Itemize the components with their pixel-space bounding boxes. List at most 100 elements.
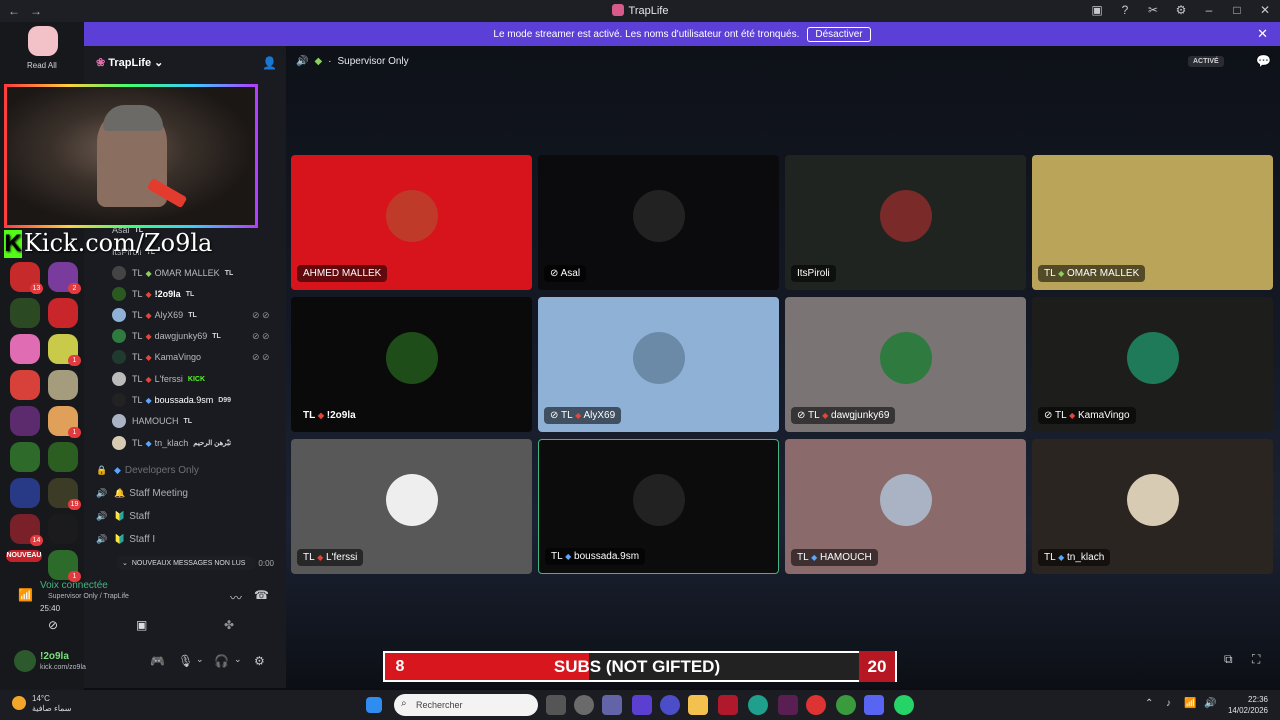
member-row[interactable]: TL ◆ dawgjunky69 TL ⊘ ⊘ [112, 328, 270, 344]
windows-start-icon[interactable] [366, 697, 382, 713]
disconnect-icon[interactable]: ☎ [254, 588, 269, 602]
member-tag: D99 [218, 396, 232, 404]
chat-bubble-icon[interactable]: 💬 [1256, 54, 1271, 68]
server-icon[interactable] [48, 514, 78, 544]
chrome-icon[interactable] [836, 695, 856, 715]
chevron-up-icon[interactable]: ⌃ [1145, 698, 1153, 709]
server-icon[interactable] [10, 370, 40, 400]
edge-icon[interactable] [748, 695, 768, 715]
participant-tile[interactable]: ⊘ TL ◆ AlyX69 [538, 297, 779, 432]
channel-developers-only[interactable]: 🔒 ◆ Developers Only [96, 462, 199, 478]
inbox-icon[interactable]: ▣ [1088, 3, 1106, 17]
weather-widget[interactable]: 14°C سماء صافية [12, 694, 72, 714]
help-icon[interactable]: ? [1116, 3, 1134, 17]
user-name[interactable]: !2o9la [40, 651, 69, 662]
discord-icon[interactable] [864, 695, 884, 715]
minimize-button[interactable]: – [1200, 3, 1218, 17]
disable-streamer-mode-button[interactable]: Désactiver [807, 26, 871, 42]
server-icon[interactable]: 2 [48, 262, 81, 294]
participant-tile-speaking[interactable]: TL ◆ boussada.9sm [538, 439, 779, 574]
member-row[interactable]: TL ◆ boussada.9sm D99 [112, 392, 231, 408]
server-icon[interactable]: 1 [48, 406, 81, 438]
channel-staff-meeting[interactable]: 🔊 🔔 Staff Meeting [96, 485, 188, 501]
participant-tile[interactable]: TL ◆ L'ferssi [291, 439, 532, 574]
server-icon[interactable] [48, 442, 78, 472]
chevron-down-icon[interactable]: ⌄ [234, 654, 242, 665]
forward-arrow-icon[interactable]: → [28, 4, 44, 18]
app-icon[interactable] [660, 695, 680, 715]
fullscreen-icon[interactable]: ⛶ [1252, 652, 1260, 667]
participant-tile[interactable]: TL ◆ tn_klach [1032, 439, 1273, 574]
voice-location[interactable]: Supervisor Only / TrapLife [48, 593, 129, 600]
tray-app-icon[interactable]: ♪ [1166, 698, 1171, 709]
settings-icon[interactable]: ⚙ [254, 654, 265, 668]
server-icon[interactable] [10, 406, 40, 436]
server-icon[interactable]: 1 [48, 334, 81, 366]
member-row[interactable]: TL ◆ !2o9la TL [112, 286, 194, 302]
server-icon[interactable]: 13 [10, 262, 43, 294]
voice-status[interactable]: Voix connectée [40, 580, 108, 591]
member-row[interactable]: TL ◆ AlyX69 TL ⊘ ⊘ [112, 307, 270, 323]
camera-off-icon[interactable]: ⊘ [48, 618, 58, 632]
whatsapp-icon[interactable] [894, 695, 914, 715]
new-servers-badge[interactable]: NOUVEAU [6, 550, 42, 562]
avatar[interactable] [14, 650, 36, 672]
app-icon[interactable] [806, 695, 826, 715]
participant-tile[interactable]: ⊘ Asal [538, 155, 779, 290]
participant-name: Asal [560, 268, 581, 279]
channel-staff-i[interactable]: 🔊 🔰 Staff I [96, 531, 155, 547]
settings-plug-icon[interactable]: ⚙ [1172, 3, 1190, 17]
participant-tile[interactable]: TL ◆ OMAR MALLEK [1032, 155, 1273, 290]
invite-members-icon[interactable]: 👤 [262, 56, 277, 70]
popout-icon[interactable]: ⧉ [1224, 652, 1233, 667]
clock[interactable]: 22:36 14/02/2026 [1228, 694, 1268, 716]
close-window-button[interactable]: ✕ [1256, 3, 1274, 17]
server-icon[interactable] [10, 478, 40, 508]
taskbar-search[interactable]: ⌕ Rechercher [394, 694, 538, 716]
server-icon[interactable]: 14 [10, 514, 43, 546]
task-view-icon[interactable] [546, 695, 566, 715]
participant-tile[interactable]: AHMED MALLEK [291, 155, 532, 290]
maximize-button[interactable]: □ [1228, 3, 1246, 17]
microphone-icon[interactable]: 🎙 [178, 654, 193, 668]
app-icon[interactable] [574, 695, 594, 715]
volume-icon[interactable]: 🔊 [1204, 698, 1216, 709]
read-all-label[interactable]: Read All [27, 61, 57, 70]
participant-tile[interactable]: ⊘ TL ◆ dawgjunky69 [785, 297, 1026, 432]
participant-tile[interactable]: TL ◆ HAMOUCH [785, 439, 1026, 574]
app-icon[interactable] [778, 695, 798, 715]
participant-tile[interactable]: TL ◆ !2o9la [291, 297, 532, 432]
server-name-header[interactable]: ❀ TrapLife ⌄ [96, 56, 163, 69]
participant-tile[interactable]: ItsPiroli [785, 155, 1026, 290]
back-arrow-icon[interactable]: ← [6, 4, 22, 18]
wifi-icon[interactable]: 📶 [1184, 698, 1196, 709]
server-icon[interactable] [10, 442, 40, 472]
signal-icon[interactable]: 📶 [18, 588, 33, 602]
headphones-icon[interactable]: 🎧 [214, 654, 229, 668]
app-icon[interactable] [718, 695, 738, 715]
teams-icon[interactable] [602, 695, 622, 715]
server-icon[interactable]: 19 [48, 478, 81, 510]
channel-staff[interactable]: 🔊 🔰 Staff [96, 508, 150, 524]
unread-messages-pill[interactable]: ⌄ NOUVEAUX MESSAGES NON LUS 0:00 [116, 556, 274, 570]
member-row[interactable]: TL ◆ L'ferssi KICK [112, 371, 205, 387]
tools-icon[interactable]: ✂ [1144, 3, 1162, 17]
server-icon-home[interactable] [28, 26, 58, 56]
server-icon[interactable] [10, 298, 40, 328]
chevron-down-icon[interactable]: ⌄ [196, 654, 204, 665]
activities-icon[interactable]: ✤ [224, 618, 234, 632]
member-row[interactable]: TL ◆ OMAR MALLEK TL [112, 265, 233, 281]
screen-share-icon[interactable]: ▣ [136, 618, 147, 632]
server-icon[interactable] [10, 334, 40, 364]
gamepad-icon[interactable]: 🎮 [150, 654, 165, 668]
member-row[interactable]: HAMOUCH TL [112, 413, 192, 429]
member-row[interactable]: TL ◆ KamaVingo ⊘ ⊘ [112, 349, 270, 365]
member-row[interactable]: TL ◆ tn_klach تبّرهن الرحيم [112, 435, 231, 451]
close-banner-icon[interactable]: ✕ [1257, 26, 1268, 42]
server-icon[interactable] [48, 298, 78, 328]
app-icon[interactable] [632, 695, 652, 715]
file-explorer-icon[interactable] [688, 695, 708, 715]
participant-tile[interactable]: ⊘ TL ◆ KamaVingo [1032, 297, 1273, 432]
noise-suppression-icon[interactable]: 〰 [230, 589, 242, 606]
server-icon[interactable] [48, 370, 78, 400]
